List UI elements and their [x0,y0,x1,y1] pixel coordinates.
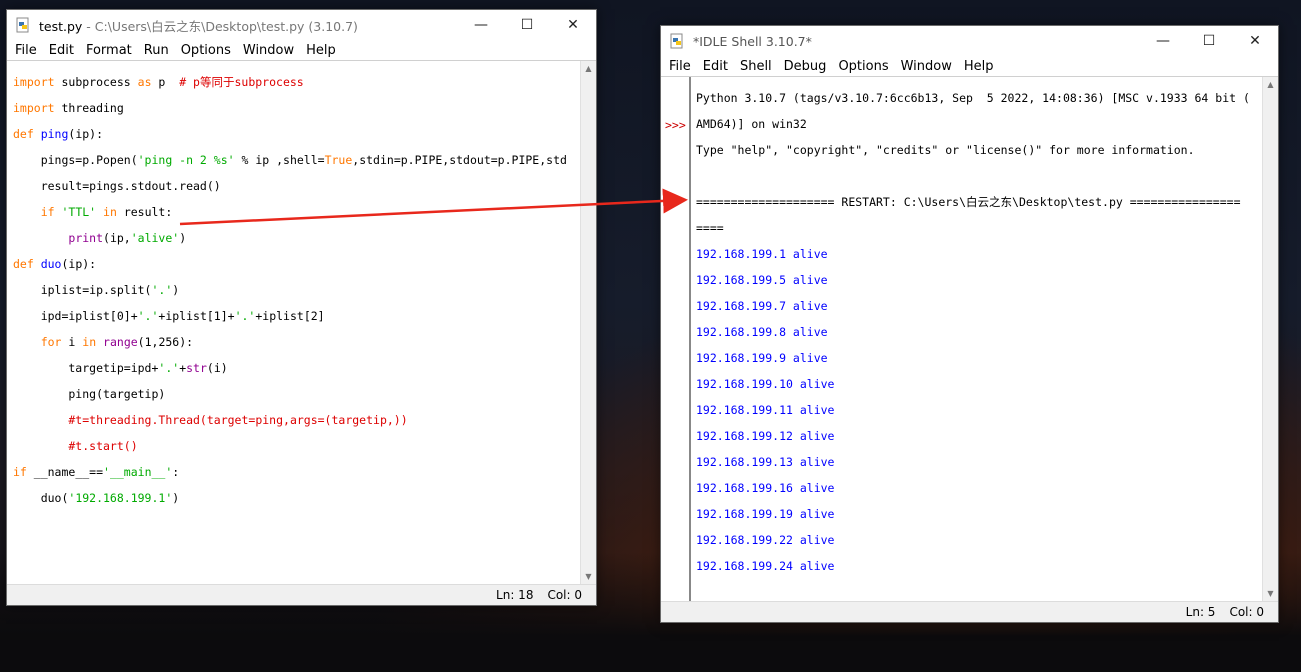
maximize-button[interactable]: ☐ [504,10,550,40]
shell-title: *IDLE Shell 3.10.7* [693,33,812,49]
scroll-down-icon[interactable]: ▼ [1263,586,1278,601]
line-indicator: Ln: 5 [1185,605,1216,619]
python-file-icon [15,17,31,33]
shell-output[interactable]: Python 3.10.7 (tags/v3.10.7:6cc6b13, Sep… [696,79,1258,599]
code-line: result=pings.stdout.read() [13,179,221,193]
menu-window[interactable]: Window [895,59,958,74]
scroll-up-icon[interactable]: ▲ [581,61,596,76]
banner-line: AMD64)] on win32 [696,117,807,131]
menu-format[interactable]: Format [80,43,138,58]
menu-edit[interactable]: Edit [43,43,80,58]
banner-line: Type "help", "copyright", "credits" or "… [696,143,1195,157]
code-line: print(ip,'alive') [68,231,187,245]
output-line: 192.168.199.11 alive [696,403,835,417]
menu-edit[interactable]: Edit [697,59,734,74]
maximize-button[interactable]: ☐ [1186,26,1232,56]
output-line: 192.168.199.5 alive [696,273,828,287]
column-indicator: Col: 0 [1229,605,1264,619]
menu-shell[interactable]: Shell [734,59,778,74]
editor-scrollbar[interactable]: ▲ ▼ [580,61,596,584]
prompt-sidebar: >>> [661,77,691,601]
code-line: ipd=iplist[0]+'.'+iplist[1]+'.'+iplist[2… [13,309,325,323]
editor-statusbar: Ln: 18 Col: 0 [7,584,596,605]
code-line: import threading [13,101,124,115]
shell-titlebar[interactable]: *IDLE Shell 3.10.7* — ☐ ✕ [661,26,1278,56]
menu-file[interactable]: File [663,59,697,74]
code-line: duo('192.168.199.1') [13,491,180,505]
output-line: 192.168.199.8 alive [696,325,828,339]
line-indicator: Ln: 18 [496,588,534,602]
menu-options[interactable]: Options [175,43,237,58]
restart-line: ==================== RESTART: C:\Users\白… [696,195,1241,209]
output-line: 192.168.199.12 alive [696,429,835,443]
menu-file[interactable]: File [9,43,43,58]
shell-window: *IDLE Shell 3.10.7* — ☐ ✕ File Edit Shel… [660,25,1279,623]
menu-help[interactable]: Help [958,59,1000,74]
output-line: 192.168.199.19 alive [696,507,835,521]
output-line: 192.168.199.22 alive [696,533,835,547]
output-line: 192.168.199.16 alive [696,481,835,495]
output-line: 192.168.199.24 alive [696,559,835,573]
minimize-button[interactable]: — [458,10,504,40]
scroll-up-icon[interactable]: ▲ [1263,77,1278,92]
code-line: def duo(ip): [13,257,97,271]
code-line: import subprocess as p # p等同于subprocess [13,75,304,89]
code-line: targetip=ipd+'.'+str(i) [13,361,228,375]
editor-menubar: File Edit Format Run Options Window Help [7,40,596,60]
menu-help[interactable]: Help [300,43,342,58]
python-shell-icon [669,33,685,49]
output-line: 192.168.199.13 alive [696,455,835,469]
editor-titlebar[interactable]: test.py - C:\Users\白云之东\Desktop\test.py … [7,10,596,40]
code-line: for i in range(1,256): [40,335,194,349]
code-line: #t.start() [13,439,138,453]
code-line: ping(targetip) [13,387,166,401]
editor-title: test.py - C:\Users\白云之东\Desktop\test.py … [39,18,358,34]
code-line: iplist=ip.split('.') [13,283,180,297]
restart-line: ==== [696,221,724,235]
menu-window[interactable]: Window [237,43,300,58]
shell-statusbar: Ln: 5 Col: 0 [661,601,1278,622]
shell-scrollbar[interactable]: ▲ ▼ [1262,77,1278,601]
output-line: 192.168.199.9 alive [696,351,828,365]
menu-debug[interactable]: Debug [778,59,833,74]
shell-menubar: File Edit Shell Debug Options Window Hel… [661,56,1278,76]
code-line: if 'TTL' in result: [40,205,173,219]
shell-prompt: >>> [665,119,686,132]
scroll-down-icon[interactable]: ▼ [581,569,596,584]
menu-options[interactable]: Options [832,59,894,74]
code-line: def ping(ip): [13,127,104,141]
code-editor[interactable]: import subprocess as p # p等同于subprocess … [13,63,579,583]
banner-line: Python 3.10.7 (tags/v3.10.7:6cc6b13, Sep… [696,91,1250,105]
output-line: 192.168.199.7 alive [696,299,828,313]
column-indicator: Col: 0 [547,588,582,602]
code-line: if __name__=='__main__': [13,465,180,479]
code-line: pings=p.Popen('ping -n 2 %s' % ip ,shell… [13,153,567,167]
editor-window: test.py - C:\Users\白云之东\Desktop\test.py … [6,9,597,606]
output-line: 192.168.199.1 alive [696,247,828,261]
close-button[interactable]: ✕ [550,10,596,40]
minimize-button[interactable]: — [1140,26,1186,56]
close-button[interactable]: ✕ [1232,26,1278,56]
code-line: #t=threading.Thread(target=ping,args=(ta… [13,413,408,427]
menu-run[interactable]: Run [138,43,175,58]
output-line: 192.168.199.10 alive [696,377,835,391]
